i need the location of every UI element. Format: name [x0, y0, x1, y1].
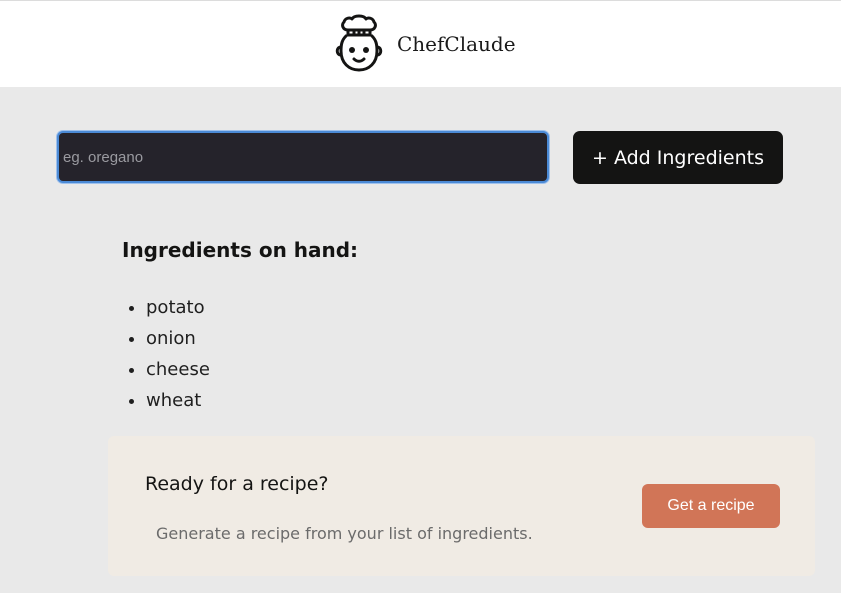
app-header: ChefClaude [0, 0, 841, 87]
list-item: wheat [146, 385, 210, 416]
list-item: cheese [146, 354, 210, 385]
chef-face-icon [335, 14, 383, 72]
get-recipe-panel: Ready for a recipe? Generate a recipe fr… [108, 436, 815, 576]
list-item: potato [146, 292, 210, 323]
ingredients-list: potato onion cheese wheat [126, 292, 210, 416]
list-item: onion [146, 323, 210, 354]
ingredients-heading: Ingredients on hand: [122, 238, 359, 262]
ingredient-input[interactable] [57, 131, 549, 183]
recipe-panel-description: Generate a recipe from your list of ingr… [156, 524, 533, 543]
app-title: ChefClaude [397, 32, 516, 56]
add-ingredients-button[interactable]: + Add Ingredients [573, 131, 783, 184]
recipe-panel-heading: Ready for a recipe? [145, 473, 329, 495]
get-recipe-button[interactable]: Get a recipe [642, 484, 780, 528]
